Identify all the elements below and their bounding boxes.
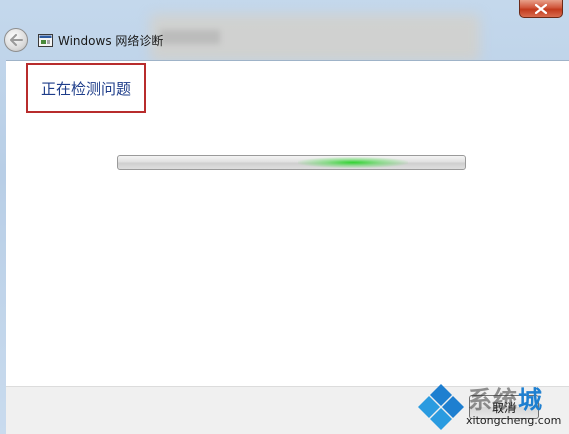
content-panel: 正在检测问题 [6,60,569,386]
footer-bar: 取消 [6,386,569,434]
page-heading: 正在检测问题 [40,79,131,98]
close-icon [535,3,547,14]
window-title: Windows 网络诊断 [58,33,164,48]
heading-highlight-box: 正在检测问题 [26,63,146,113]
progress-marquee [298,157,408,168]
network-diagnostics-icon [38,33,53,47]
diagnostics-window: Windows 网络诊断 正在检测问题 取消 系统城 xitongcheng.c… [0,0,569,434]
cancel-button[interactable]: 取消 [469,395,539,419]
back-button[interactable] [4,28,28,52]
navigation-bar: Windows 网络诊断 [0,24,569,56]
back-arrow-icon [10,34,23,46]
progress-bar [117,155,466,170]
close-button[interactable] [519,0,563,18]
